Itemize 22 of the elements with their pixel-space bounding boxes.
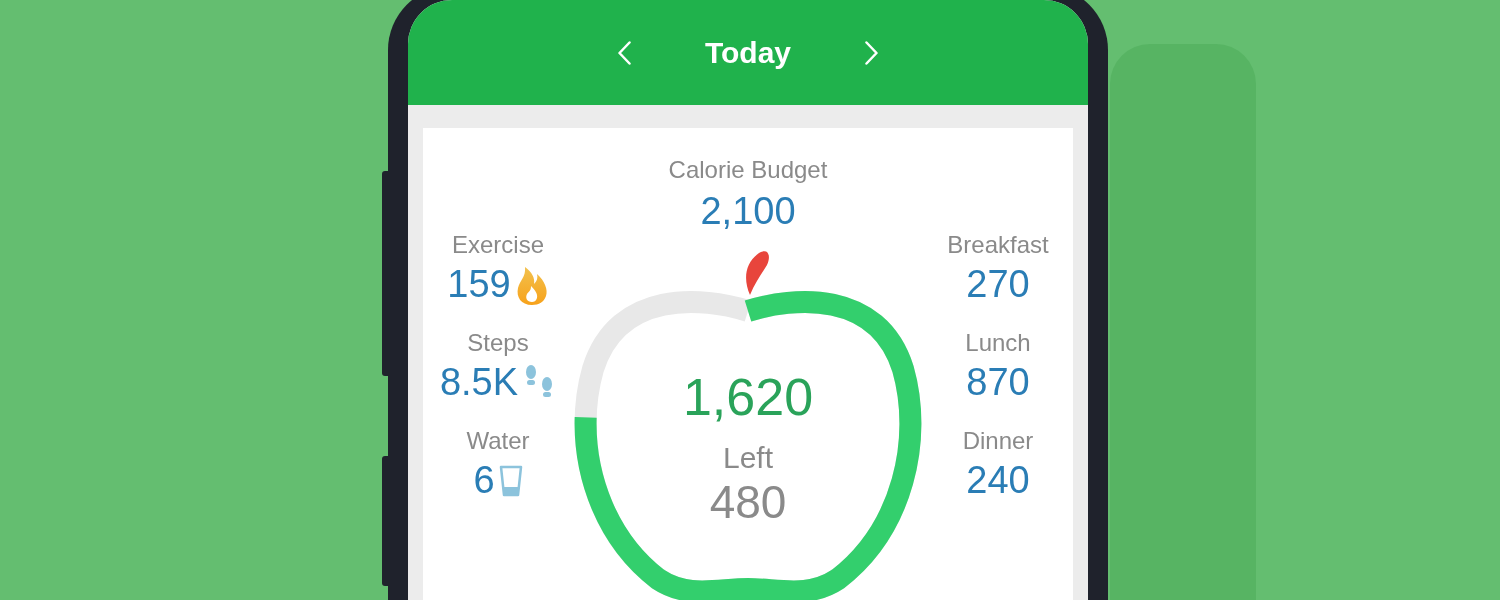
meal-value: 270	[966, 263, 1030, 306]
stat-value: 8.5K	[439, 361, 519, 404]
meal-label: Breakfast	[947, 231, 1049, 259]
left-label: Left	[722, 441, 773, 475]
apple-leaf	[746, 251, 769, 295]
glass-icon	[498, 464, 523, 497]
meal-value: 240	[966, 459, 1030, 502]
meal-label: Lunch	[965, 329, 1031, 357]
chevron-right-icon	[865, 40, 879, 65]
left-value: 480	[709, 475, 787, 529]
stat-label: Exercise	[452, 231, 544, 259]
budget-value: 2,100	[700, 190, 796, 233]
stat-label: Water	[466, 427, 530, 455]
date-title: Today	[704, 35, 792, 70]
budget-label: Calorie Budget	[668, 156, 828, 184]
meal-value: 870	[966, 361, 1030, 404]
stat-label: Steps	[467, 329, 529, 357]
calories-eaten: 1,620	[682, 367, 814, 427]
meal-label: Dinner	[962, 427, 1034, 455]
stat-value: 159	[447, 263, 511, 306]
stat-value: 6	[473, 459, 495, 502]
chevron-left-icon	[617, 40, 631, 65]
